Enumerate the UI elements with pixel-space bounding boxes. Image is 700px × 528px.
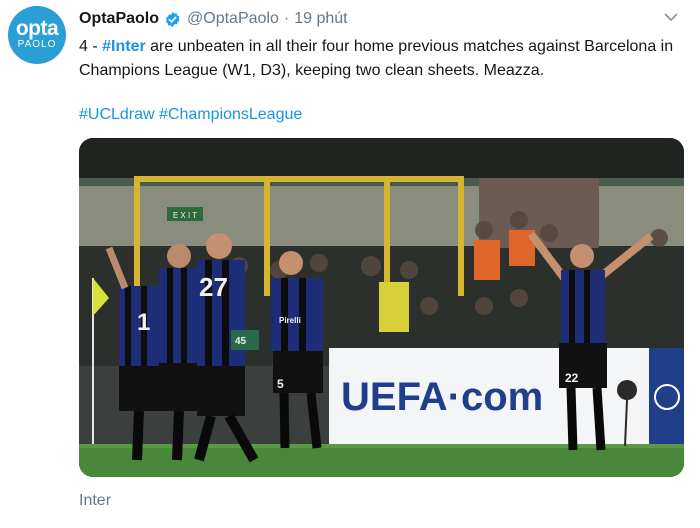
tweet-text-prefix: 4 - <box>79 38 103 55</box>
hashtag-link-championsleague[interactable]: #ChampionsLeague <box>159 106 302 123</box>
hashtag-line: #UCLdraw #ChampionsLeague <box>79 104 302 126</box>
tweet-text-body: are unbeaten in all their four home prev… <box>79 38 674 79</box>
display-name[interactable]: OptaPaolo <box>79 10 159 28</box>
verified-icon <box>164 11 181 28</box>
tweet-text: 4 - #Inter are unbeaten in all their fou… <box>79 35 691 83</box>
chevron-down-icon[interactable] <box>662 8 680 26</box>
jersey-number-center: 27 <box>199 272 228 302</box>
uefa-board-text: UEFA·com <box>341 375 543 419</box>
jersey-number-right: 22 <box>565 371 579 385</box>
avatar[interactable]: opta PAOLO <box>8 6 66 64</box>
sponsor-text: Pirelli <box>279 316 301 325</box>
tweet-header: OptaPaolo @OptaPaolo · 19 phút <box>79 8 348 30</box>
steward-badge-text: 45 <box>235 336 247 347</box>
hashtag-link-ucldraw[interactable]: #UCLdraw <box>79 106 155 123</box>
photo-caption: Inter <box>79 492 112 509</box>
exit-sign-text: E X I T <box>173 211 197 220</box>
tweet-photo[interactable]: E X I T UEFA·com 1 27 Pirelli 5 45 22 <box>79 138 684 477</box>
avatar-logo-text: opta <box>15 17 59 40</box>
user-handle[interactable]: @OptaPaolo <box>187 10 279 28</box>
timestamp[interactable]: 19 phút <box>294 10 347 28</box>
avatar-logo-subtext: PAOLO <box>17 39 57 50</box>
shorts-number-center: 5 <box>277 377 284 391</box>
hashtag-link-inter[interactable]: #Inter <box>102 38 146 55</box>
jersey-number-left: 1 <box>137 309 150 336</box>
separator-dot: · <box>283 10 290 27</box>
